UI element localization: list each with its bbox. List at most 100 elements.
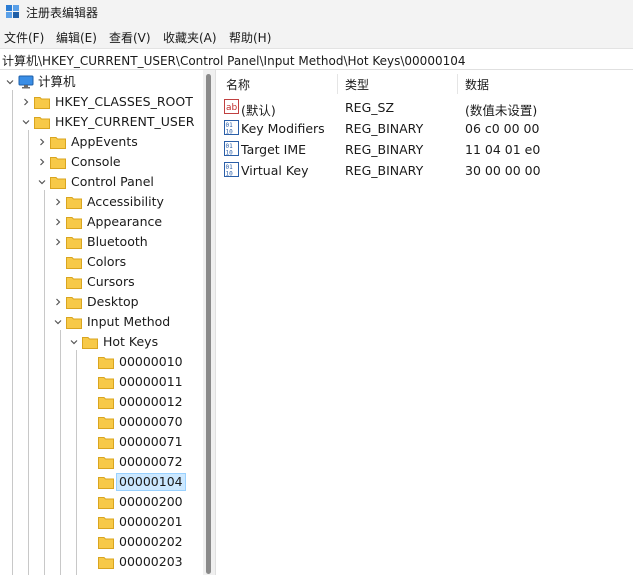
tree-node-appevents[interactable]: AppEvents [0, 132, 200, 152]
tree-node-hotkey[interactable]: 00000070 [0, 412, 200, 432]
tree-node-desktop[interactable]: Desktop [0, 292, 200, 312]
chevron-right-icon[interactable] [54, 238, 61, 246]
value-name: Key Modifiers [241, 121, 325, 136]
tree-node-hotkey[interactable]: 00000200 [0, 492, 200, 512]
tree-label: 00000070 [119, 414, 183, 429]
tree-label: Desktop [87, 294, 139, 309]
binary-value-icon: 01 10 [224, 162, 239, 178]
column-header-name[interactable]: 名称 [226, 76, 250, 93]
value-name: (默认) [241, 103, 276, 118]
chevron-down-icon[interactable] [54, 318, 62, 325]
tree-node-console[interactable]: Console [0, 152, 200, 172]
tree-node-hotkey[interactable]: 00000011 [0, 372, 200, 392]
value-row[interactable]: ab (默认) REG_SZ (数值未设置) [218, 97, 633, 118]
menu-file[interactable]: 文件(F) [2, 29, 46, 46]
tree-node-control-panel[interactable]: Control Panel [0, 172, 200, 192]
svg-text:10: 10 [226, 129, 234, 136]
tree-node-input-method[interactable]: Input Method [0, 312, 200, 332]
tree-node-hotkey[interactable]: 00000010 [0, 352, 200, 372]
folder-icon [50, 175, 66, 189]
tree-label: Colors [87, 254, 127, 269]
column-divider[interactable] [457, 74, 458, 94]
chevron-down-icon[interactable] [6, 78, 14, 85]
value-row[interactable]: 01 10 Virtual Key REG_BINARY 30 00 00 00 [218, 160, 633, 181]
chevron-right-icon[interactable] [54, 198, 61, 206]
folder-icon [98, 455, 114, 469]
tree-label: HKEY_CLASSES_ROOT [55, 94, 193, 109]
value-row[interactable]: 01 10 Target IME REG_BINARY 11 04 01 e0 [218, 139, 633, 160]
tree-node-cursors[interactable]: Cursors [0, 272, 200, 292]
binary-value-icon: 01 10 [224, 120, 239, 136]
value-type: REG_BINARY [345, 121, 424, 136]
chevron-down-icon[interactable] [22, 118, 30, 125]
tree-label: Control Panel [71, 174, 154, 189]
value-type: REG_BINARY [345, 163, 424, 178]
menu-edit[interactable]: 编辑(E) [54, 29, 99, 46]
scrollbar-thumb[interactable] [206, 74, 211, 574]
chevron-down-icon[interactable] [70, 338, 78, 345]
tree-label: 00000012 [119, 394, 183, 409]
tree-label: 00000011 [119, 374, 183, 389]
chevron-right-icon[interactable] [54, 298, 61, 306]
column-divider[interactable] [337, 74, 338, 94]
column-header-row: 名称 类型 数据 [218, 70, 633, 98]
tree-scrollbar[interactable] [203, 70, 216, 575]
column-header-data[interactable]: 数据 [465, 76, 489, 93]
chevron-right-icon[interactable] [38, 138, 45, 146]
folder-icon [82, 335, 98, 349]
binary-value-icon: 01 10 [224, 141, 239, 157]
tree-node-hotkey[interactable]: 00000072 [0, 452, 200, 472]
tree-node-hotkey[interactable]: 00000201 [0, 512, 200, 532]
folder-icon [34, 95, 50, 109]
folder-icon [66, 275, 82, 289]
tree-node-hotkey[interactable]: 00000202 [0, 532, 200, 552]
folder-icon [98, 495, 114, 509]
tree-label: Bluetooth [87, 234, 148, 249]
tree-node-accessibility[interactable]: Accessibility [0, 192, 200, 212]
tree-node-computer[interactable]: 计算机 [0, 72, 200, 92]
tree-node-hot-keys[interactable]: Hot Keys [0, 332, 200, 352]
value-data: 30 00 00 00 [465, 163, 541, 178]
address-bar[interactable]: 计算机\HKEY_CURRENT_USER\Control Panel\Inpu… [0, 49, 633, 70]
tree-node-hotkey[interactable]: 00000071 [0, 432, 200, 452]
value-data: (数值未设置) [465, 103, 538, 118]
chevron-right-icon[interactable] [54, 218, 61, 226]
tree-node-colors[interactable]: Colors [0, 252, 200, 272]
value-data: 06 c0 00 00 [465, 121, 540, 136]
folder-icon [34, 115, 50, 129]
tree-node-hkcu[interactable]: HKEY_CURRENT_USER [0, 112, 200, 132]
menu-favorites[interactable]: 收藏夹(A) [161, 29, 219, 46]
tree-label: Hot Keys [103, 334, 159, 349]
tree-label: 00000202 [119, 534, 183, 549]
tree-label: 00000071 [119, 434, 183, 449]
tree-label: Appearance [87, 214, 163, 229]
value-type: REG_SZ [345, 100, 395, 115]
address-path[interactable]: 计算机\HKEY_CURRENT_USER\Control Panel\Inpu… [2, 52, 466, 69]
tree-node-hotkey[interactable]: 00000012 [0, 392, 200, 412]
tree-label: Accessibility [87, 194, 164, 209]
string-value-icon: ab [224, 99, 239, 114]
tree-node-hkcr[interactable]: HKEY_CLASSES_ROOT [0, 92, 200, 112]
value-name: Target IME [241, 142, 307, 157]
tree-label: HKEY_CURRENT_USER [55, 114, 195, 129]
folder-icon [98, 395, 114, 409]
chevron-down-icon[interactable] [38, 178, 46, 185]
chevron-right-icon[interactable] [38, 158, 45, 166]
value-row[interactable]: 01 10 Key Modifiers REG_BINARY 06 c0 00 0… [218, 118, 633, 139]
folder-icon [50, 155, 66, 169]
menu-view[interactable]: 查看(V) [107, 29, 153, 46]
tree-node-hotkey[interactable]: 00000203 [0, 552, 200, 572]
tree-node-hotkey-selected[interactable]: 00000104 [0, 472, 200, 492]
tree-node-appearance[interactable]: Appearance [0, 212, 200, 232]
title-bar: 注册表编辑器 [0, 0, 633, 24]
folder-icon [66, 295, 82, 309]
menu-help[interactable]: 帮助(H) [227, 29, 273, 46]
folder-icon [98, 535, 114, 549]
folder-icon [98, 375, 114, 389]
tree-label: 计算机 [38, 74, 76, 89]
column-header-type[interactable]: 类型 [345, 76, 369, 93]
tree-label: 00000010 [119, 354, 183, 369]
tree-node-bluetooth[interactable]: Bluetooth [0, 232, 200, 252]
svg-text:ab: ab [226, 103, 238, 113]
chevron-right-icon[interactable] [22, 98, 29, 106]
